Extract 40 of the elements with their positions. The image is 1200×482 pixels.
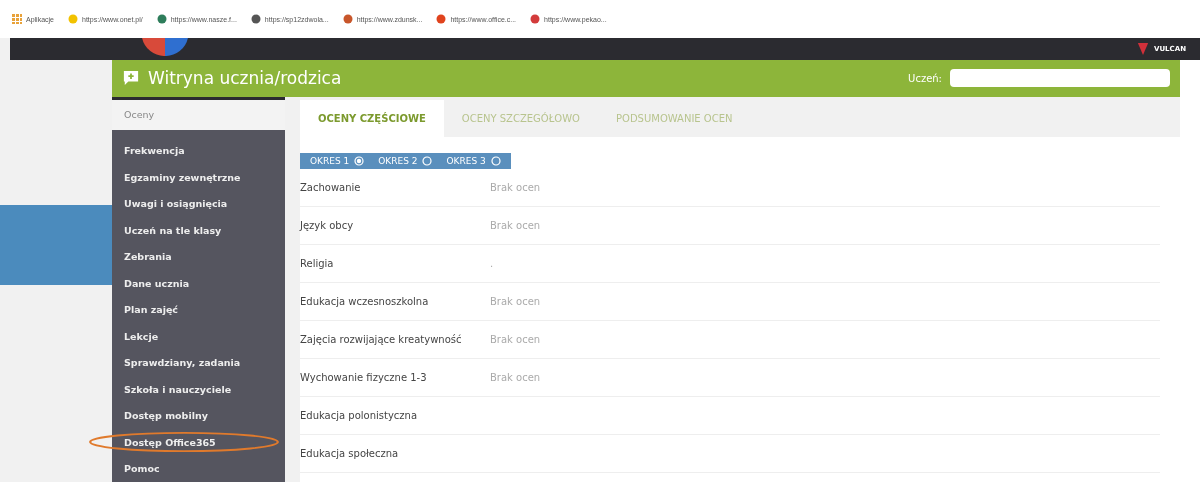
sidebar-item[interactable]: Dane ucznia — [112, 270, 285, 297]
sidebar-item[interactable]: Plan zajęć — [112, 296, 285, 323]
sidebar-item[interactable]: Frekwencja — [112, 137, 285, 164]
sidebar-item[interactable]: Lekcje — [112, 323, 285, 350]
subject-name: Edukacja wczesnoszkolna — [300, 295, 430, 307]
sidebar-item[interactable]: Uwagi i osiągnięcia — [112, 190, 285, 217]
tab[interactable]: OCENY CZĘŚCIOWE — [300, 99, 444, 137]
subject-name: Edukacja społeczna — [300, 447, 400, 459]
grade-value: Brak ocen — [490, 333, 541, 345]
grade-value: . — [490, 257, 494, 269]
sidebar-item[interactable]: Oceny — [112, 99, 285, 130]
shield-icon — [1137, 42, 1149, 56]
subject-name: Edukacja polonistyczna — [300, 409, 419, 421]
subject-name: Język obcy — [300, 219, 355, 231]
subject-name: Wychowanie fizyczne 1-3 — [300, 371, 428, 383]
radio-icon[interactable] — [354, 155, 365, 166]
grade-value: Brak ocen — [490, 295, 541, 307]
radio-icon[interactable] — [490, 155, 501, 166]
sidebar-item[interactable]: Zebrania — [112, 243, 285, 270]
logo-icon — [140, 38, 190, 56]
student-label: Uczeń: — [908, 72, 942, 84]
subject-name: Religia — [300, 257, 335, 269]
sidebar-item[interactable]: Sprawdziany, zadania — [112, 349, 285, 376]
chat-icon — [122, 70, 140, 87]
radio-icon[interactable] — [422, 155, 433, 166]
sidebar-item[interactable]: Szkoła i nauczyciele — [112, 376, 285, 403]
grade-value: Brak ocen — [490, 371, 541, 383]
sidebar-item[interactable]: Dostęp mobilny — [112, 402, 285, 429]
sidebar-item[interactable]: Uczeń na tle klasy — [112, 217, 285, 244]
sidebar-item[interactable]: Egzaminy zewnętrzne — [112, 164, 285, 191]
subject-name: Zachowanie — [300, 181, 362, 193]
subject-name: Zajęcia rozwijające kreatywność — [300, 333, 463, 345]
period-option[interactable]: OKRES 3 — [446, 155, 501, 166]
grade-value: Brak ocen — [490, 219, 541, 231]
grade-value: Brak ocen — [490, 181, 541, 193]
period-option[interactable]: OKRES 2 — [378, 155, 433, 166]
sidebar-item[interactable]: Pomoc — [112, 455, 285, 482]
sidebar-item[interactable]: Dostęp Office365 — [112, 429, 285, 456]
page-title: Witryna ucznia/rodzica — [148, 68, 342, 89]
period-option[interactable]: OKRES 1 — [310, 155, 365, 166]
